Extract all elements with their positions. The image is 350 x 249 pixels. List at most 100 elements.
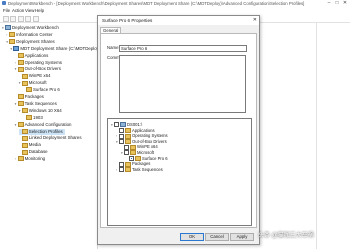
folder-icon: [125, 167, 131, 173]
folder-icon: [21, 149, 28, 155]
folder-tree-item[interactable]: ▾ Out-of-Box Drivers: [116, 138, 167, 145]
folder-icon: [5, 25, 11, 31]
comments-field[interactable]: [119, 55, 246, 113]
folder-tree-label: Packages: [132, 161, 151, 167]
tree-item[interactable]: Packages: [15, 94, 44, 100]
tree-item[interactable]: Applications: [15, 52, 48, 59]
help-icon[interactable]: [33, 16, 39, 22]
menu-action[interactable]: Action: [12, 8, 24, 13]
navigation-tree: ▾ Deployment Workbench › Information Center…: [0, 23, 100, 249]
apply-button[interactable]: Apply: [230, 233, 254, 241]
tree-item[interactable]: Database: [19, 149, 48, 155]
folder-icon: [13, 46, 20, 52]
folder-icon: [21, 108, 28, 114]
tree-item-label: Linked Deployment Shares: [28, 135, 82, 141]
tab-general-panel: Name: Surface Pro 6 Comments: ▾ DS001:\ Ap…: [100, 33, 257, 228]
folder-tree-label: WinPE x64: [137, 144, 158, 150]
tree-item[interactable]: › Operating Systems: [15, 60, 62, 66]
dialog-title: Surface Pro 6 Properties: [102, 18, 153, 23]
folder-icon: [17, 66, 24, 72]
folder-icon: [17, 59, 24, 65]
ok-button[interactable]: OK: [180, 233, 204, 241]
tree-item[interactable]: ▾ Windows 10 X64: [19, 108, 62, 114]
folder-icon: [21, 128, 28, 134]
tree-item-label: Monitoring: [24, 156, 46, 162]
tree-item-label: Operating Systems: [24, 59, 62, 65]
app-icon: [2, 1, 6, 5]
tree-item[interactable]: ▾ Task Sequences: [15, 101, 57, 107]
folder-icon: [26, 87, 32, 93]
minimize-icon[interactable]: –: [325, 0, 333, 7]
dialog-close-icon[interactable]: ✕: [253, 17, 257, 23]
close-icon[interactable]: ✕: [341, 0, 349, 7]
folder-tree-label: Operating Systems: [132, 133, 168, 139]
folder-icon: [17, 94, 24, 100]
folder-tree-item[interactable]: › Operating Systems: [116, 133, 168, 139]
menu-view[interactable]: View: [25, 8, 34, 13]
up-icon[interactable]: [18, 16, 24, 22]
folder-tree-label: Task Sequences: [132, 166, 163, 172]
tree-item[interactable]: Selection Profiles: [18, 128, 65, 135]
menu-file[interactable]: File: [3, 8, 10, 13]
folder-tree-item[interactable]: Applications: [116, 128, 155, 133]
tree-item[interactable]: Media: [19, 142, 41, 148]
menu-bar: File Action View Help: [0, 7, 350, 14]
folder-icon: [9, 32, 16, 38]
folder-tree-item[interactable]: ▾ Microsoft: [121, 150, 154, 156]
folder-tree-label: Out-of-Box Drivers: [132, 138, 167, 144]
tree-item[interactable]: WinPE x64: [19, 73, 51, 79]
tree-item-label: Windows 10 X64: [28, 107, 62, 113]
tree-item-label: Packages: [24, 94, 44, 99]
tree-item[interactable]: ▾ Out-of-Box Drivers: [15, 66, 61, 72]
tree-item-label: Deployment Workbench: [12, 25, 59, 30]
folder-icon: [21, 73, 28, 79]
tree-item-label: MDT Deployment Share (C:\MDTDeploy): [20, 45, 101, 51]
tree-item-label: Surface Pro 6: [33, 87, 60, 93]
back-icon[interactable]: [3, 16, 9, 22]
show-hide-tree-icon[interactable]: [25, 16, 31, 22]
folder-tree-item[interactable]: ▾ DS001:\: [111, 122, 143, 128]
maximize-icon[interactable]: □: [333, 0, 341, 7]
tree-item[interactable]: ▾ Microsoft: [19, 80, 47, 86]
tree-item[interactable]: Linked Deployment Shares: [19, 135, 82, 141]
folder-icon: [17, 121, 24, 127]
tree-item[interactable]: ▾ Advanced Configuration: [15, 121, 71, 128]
folder-tree-label: Surface Pro 6: [142, 155, 168, 161]
folder-checkbox[interactable]: [119, 167, 124, 173]
folder-tree-label: DS001:\: [127, 122, 143, 127]
tree-item-label: Task Sequences: [24, 100, 57, 106]
cancel-button[interactable]: Cancel: [205, 233, 229, 241]
folder-tree-item[interactable]: Packages: [116, 161, 151, 167]
folder-tree-item[interactable]: Surface Pro 6: [126, 156, 168, 161]
folder-tree-item[interactable]: › Task Sequences: [116, 166, 163, 173]
dialog-title-bar: Surface Pro 6 Properties ✕: [98, 16, 259, 25]
name-field[interactable]: Surface Pro 6: [119, 45, 247, 52]
tree-item[interactable]: 1903: [23, 115, 43, 121]
tree-item[interactable]: › Monitoring: [15, 156, 46, 162]
window-title: DeploymentWorkbench - [Deployment Workbe…: [8, 1, 305, 6]
folder-selection-tree: ▾ DS001:\ Applications › Operating Systems ▾ O…: [107, 118, 252, 226]
tree-item-label: Deployment Shares: [16, 38, 55, 44]
watermark: 头条 @猫咖三大车祸: [258, 233, 314, 239]
folder-icon: [21, 135, 28, 141]
folder-icon: [21, 142, 28, 148]
folder-icon: [17, 156, 24, 162]
tree-item-label: WinPE x64: [28, 73, 51, 79]
tree-item-label: Database: [28, 149, 48, 155]
tree-item-label: Information Center: [16, 31, 53, 37]
folder-tree-item[interactable]: WinPE x64: [121, 144, 158, 150]
tree-item[interactable]: ▾ Deployment Shares: [6, 39, 55, 45]
tree-item[interactable]: ▾ Deployment Workbench: [2, 25, 59, 31]
tree-item-label: Selection Profiles: [28, 128, 63, 134]
forward-icon[interactable]: [10, 16, 16, 22]
menu-help[interactable]: Help: [35, 8, 44, 13]
folder-tree-label: Microsoft: [137, 150, 154, 155]
tree-item[interactable]: Surface Pro 6: [23, 87, 60, 93]
tree-item[interactable]: › Information Center: [6, 31, 53, 38]
folder-icon: [17, 52, 24, 58]
actions-pane: [316, 23, 350, 249]
tree-item-label: Microsoft: [28, 80, 47, 86]
folder-icon: [17, 101, 24, 107]
tree-item[interactable]: ▾ MDT Deployment Share (C:\MDTDeploy): [10, 46, 100, 52]
tree-item-label: Out-of-Box Drivers: [24, 66, 61, 72]
